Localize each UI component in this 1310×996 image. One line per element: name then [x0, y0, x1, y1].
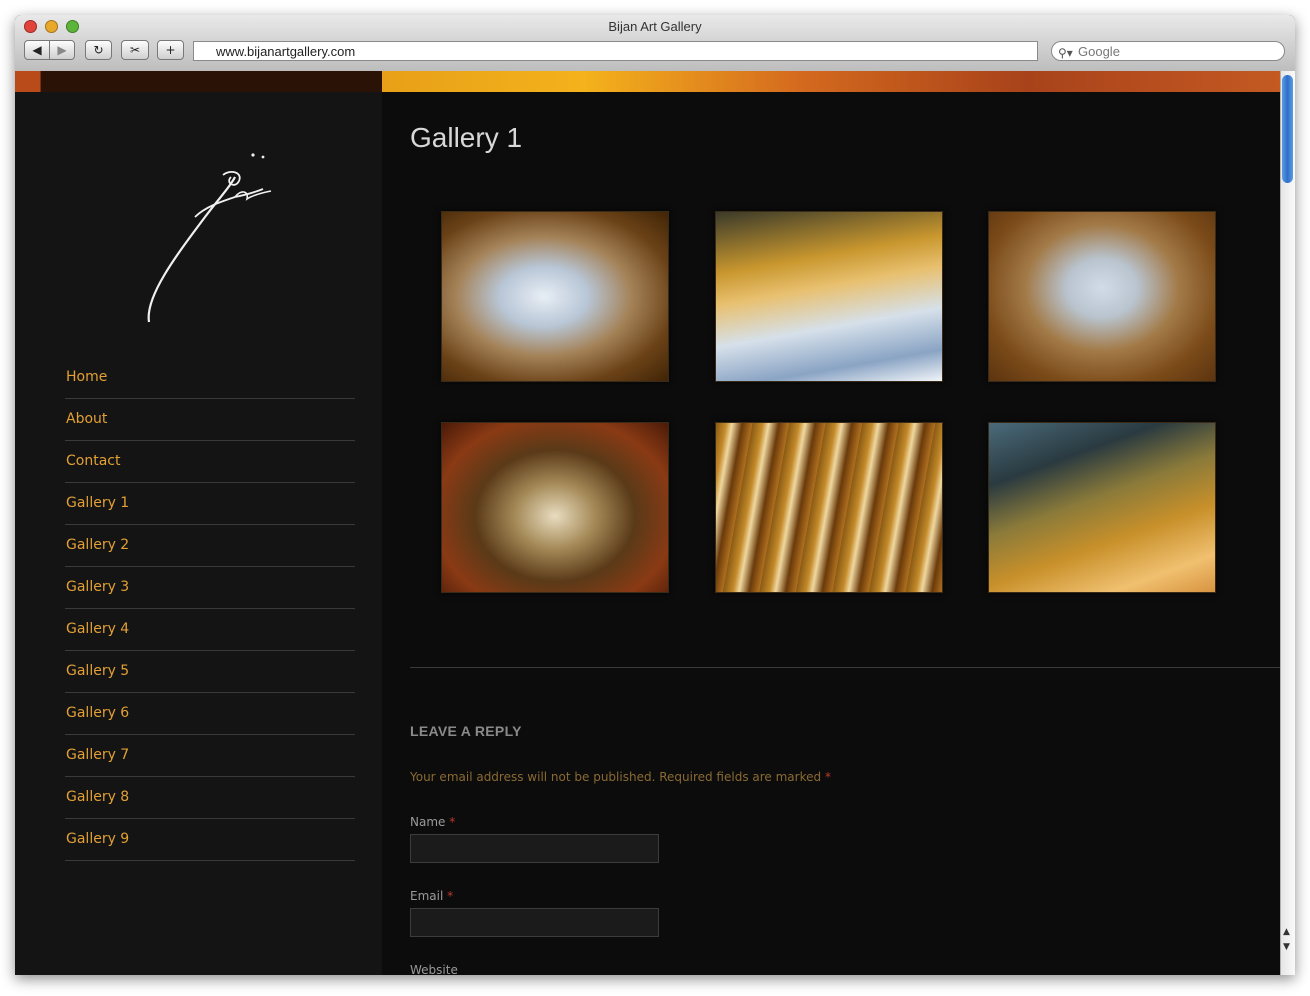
name-required-mark: *	[449, 815, 456, 829]
email-required-mark: *	[447, 889, 454, 903]
browser-window: Bijan Art Gallery ◀ ▶ ↻ ✂ + www.bijanart…	[15, 15, 1295, 975]
nav-item-gallery-4[interactable]: Gallery 4	[65, 609, 355, 651]
nav-link-gallery-6[interactable]: Gallery 6	[65, 693, 355, 733]
reply-heading: LEAVE A REPLY	[410, 723, 522, 739]
search-field[interactable]: ⚲▾ Google	[1051, 41, 1285, 61]
name-label-text: Name	[410, 815, 446, 829]
scroll-down-arrow-icon[interactable]: ▼	[1283, 942, 1290, 952]
email-label: Email *	[410, 889, 453, 903]
gallery-thumbnail-6[interactable]	[988, 422, 1216, 593]
reload-button[interactable]: ↻	[85, 40, 112, 60]
reload-icon: ↻	[93, 43, 104, 57]
nav-item-gallery-1[interactable]: Gallery 1	[65, 483, 355, 525]
nav-item-gallery-3[interactable]: Gallery 3	[65, 567, 355, 609]
nav-item-gallery-6[interactable]: Gallery 6	[65, 693, 355, 735]
reply-note: Your email address will not be published…	[410, 770, 831, 784]
gallery-thumbnail-2[interactable]	[715, 211, 943, 382]
reply-note-text: Your email address will not be published…	[410, 770, 822, 784]
nav-link-gallery-4[interactable]: Gallery 4	[65, 609, 355, 649]
nav-link-gallery-7[interactable]: Gallery 7	[65, 735, 355, 775]
scroll-up-arrow-icon[interactable]: ▲	[1283, 927, 1290, 937]
email-input[interactable]	[410, 908, 659, 937]
nav-item-gallery-8[interactable]: Gallery 8	[65, 777, 355, 819]
window-title: Bijan Art Gallery	[608, 19, 702, 34]
header-banner-shade	[41, 71, 382, 92]
back-arrow-icon: ◀	[32, 43, 42, 57]
snapback-button[interactable]: ✂	[121, 40, 149, 60]
nav-link-gallery-5[interactable]: Gallery 5	[65, 651, 355, 691]
screenshot-icon: ✂	[129, 43, 141, 57]
vertical-scrollbar[interactable]: ▲ ▼	[1280, 71, 1295, 975]
nav-item-gallery-9[interactable]: Gallery 9	[65, 819, 355, 861]
nav-link-home[interactable]: Home	[65, 357, 355, 397]
nav-link-gallery-9[interactable]: Gallery 9	[65, 819, 355, 859]
required-mark: *	[824, 770, 831, 784]
nav-item-about[interactable]: About	[65, 399, 355, 441]
address-bar[interactable]: www.bijanartgallery.com	[193, 41, 1038, 61]
forward-button[interactable]: ▶	[49, 40, 75, 60]
gallery-thumbnail-4[interactable]	[441, 422, 669, 593]
page-title: Gallery 1	[410, 122, 523, 153]
sidebar: Home About Contact Gallery 1 Gallery 2 G…	[15, 92, 382, 975]
add-bookmark-button[interactable]: +	[157, 40, 184, 60]
nav-link-gallery-8[interactable]: Gallery 8	[65, 777, 355, 817]
nav-link-gallery-2[interactable]: Gallery 2	[65, 525, 355, 565]
content-divider	[410, 667, 1280, 668]
back-button[interactable]: ◀	[24, 40, 50, 60]
scrollbar-thumb[interactable]	[1282, 75, 1293, 183]
plus-icon: +	[165, 43, 176, 57]
search-placeholder: Google	[1078, 44, 1120, 59]
nav-item-contact[interactable]: Contact	[65, 441, 355, 483]
nav-link-about[interactable]: About	[65, 399, 355, 439]
nav-link-contact[interactable]: Contact	[65, 441, 355, 481]
nav-item-gallery-5[interactable]: Gallery 5	[65, 651, 355, 693]
gallery-thumbnail-5[interactable]	[715, 422, 943, 593]
nav-link-gallery-3[interactable]: Gallery 3	[65, 567, 355, 607]
forward-arrow-icon: ▶	[57, 43, 67, 57]
email-label-text: Email	[410, 889, 444, 903]
website-label-text: Website	[410, 963, 458, 975]
main-content: Gallery 1 LEAVE A REPLY Your email addre…	[382, 92, 1280, 975]
nav-item-gallery-2[interactable]: Gallery 2	[65, 525, 355, 567]
search-icon: ⚲▾	[1058, 46, 1073, 60]
name-input[interactable]	[410, 834, 659, 863]
gallery-thumbnail-1[interactable]	[441, 211, 669, 382]
nav-item-home[interactable]: Home	[65, 357, 355, 399]
main-nav: Home About Contact Gallery 1 Gallery 2 G…	[65, 357, 355, 861]
web-page: Home About Contact Gallery 1 Gallery 2 G…	[15, 71, 1280, 975]
website-label: Website	[410, 963, 458, 975]
name-label: Name *	[410, 815, 455, 829]
nav-link-gallery-1[interactable]: Gallery 1	[65, 483, 355, 523]
browser-toolbar: Bijan Art Gallery ◀ ▶ ↻ ✂ + www.bijanart…	[15, 15, 1295, 72]
gallery-thumbnail-3[interactable]	[988, 211, 1216, 382]
nav-item-gallery-7[interactable]: Gallery 7	[65, 735, 355, 777]
address-text: www.bijanartgallery.com	[216, 44, 356, 59]
signature-logo[interactable]	[135, 147, 285, 337]
